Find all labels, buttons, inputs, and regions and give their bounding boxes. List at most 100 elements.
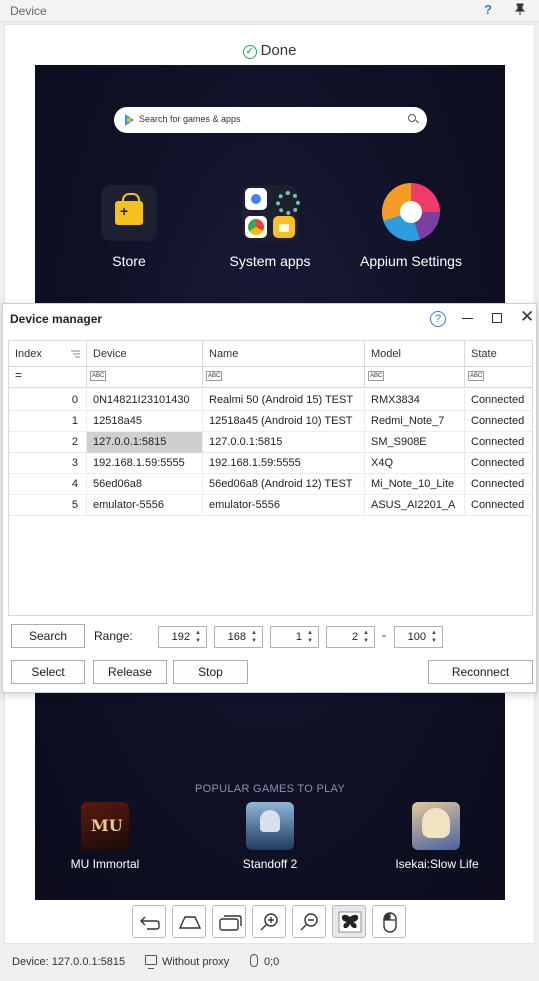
cell-index: 4: [9, 474, 87, 495]
google-play-icon: [125, 114, 134, 126]
cell-device-selected: 127.0.0.1:5815: [87, 432, 203, 453]
appium-settings-icon[interactable]: [382, 183, 440, 241]
standoff-2-icon[interactable]: [246, 802, 294, 850]
filter-row: = ABC ABC ABC ABC: [9, 367, 532, 388]
search-icon[interactable]: [408, 114, 416, 122]
zoom-out-button[interactable]: [292, 905, 326, 938]
table-row[interactable]: 0 0N14821I23101430 Realmi 50 (Android 15…: [9, 390, 532, 411]
table-row[interactable]: 2 127.0.0.1:5815 127.0.0.1:5815 SM_S908E…: [9, 432, 532, 453]
status-proxy: Without proxy: [162, 956, 230, 968]
spinner-arrows-icon[interactable]: ▲ ▼: [307, 629, 315, 645]
column-header-state[interactable]: State: [465, 341, 534, 367]
zoom-in-icon: [260, 913, 278, 931]
popular-games-title: POPULAR GAMES TO PLAY: [195, 783, 345, 795]
stop-button[interactable]: Stop: [173, 660, 248, 684]
zoom-in-button[interactable]: [252, 905, 286, 938]
cell-index: 1: [9, 411, 87, 432]
spinner-arrows-icon[interactable]: ▲ ▼: [363, 629, 371, 645]
spinner-arrows-icon[interactable]: ▲ ▼: [251, 629, 259, 645]
isekai-slow-life-icon[interactable]: [412, 802, 460, 850]
screenshot-button[interactable]: [332, 905, 366, 938]
table-row[interactable]: 5 emulator-5556 emulator-5556 ASUS_AI220…: [9, 495, 532, 516]
cell-name: emulator-5556: [203, 495, 365, 516]
recents-button[interactable]: [212, 905, 246, 938]
cell-state: Connected: [471, 394, 525, 406]
back-button[interactable]: [132, 905, 166, 938]
range-octet-4-start[interactable]: 2 ▲ ▼: [326, 626, 375, 648]
range-octet-4-end[interactable]: 100 ▲ ▼: [394, 626, 443, 648]
pin-icon[interactable]: [514, 3, 526, 18]
cell-device: 0N14821I23101430: [87, 390, 203, 411]
select-button[interactable]: Select: [11, 660, 85, 684]
status-bar: Device: 127.0.0.1:5815 Without proxy 0;0: [0, 950, 539, 974]
system-apps-folder-icon[interactable]: [242, 185, 300, 241]
minimize-icon[interactable]: [462, 318, 473, 320]
game-label-mu-immortal[interactable]: MU Immortal: [60, 857, 150, 871]
play-search-bar[interactable]: Search for games & apps: [114, 107, 427, 133]
range-octet-1[interactable]: 192 ▲ ▼: [158, 626, 207, 648]
search-button[interactable]: Search: [11, 624, 85, 648]
filter-model[interactable]: ABC: [365, 367, 465, 388]
table-row[interactable]: 4 56ed06a8 56ed06a8 (Android 12) TEST Mi…: [9, 474, 532, 495]
text-filter-icon: ABC: [468, 371, 485, 381]
text-filter-icon: ABC: [90, 371, 107, 381]
filter-name[interactable]: ABC: [203, 367, 365, 388]
spinner-arrows-icon[interactable]: ▲ ▼: [431, 629, 439, 645]
zoom-out-icon: [300, 913, 318, 931]
sort-icon[interactable]: [71, 349, 80, 361]
spinner-arrows-icon[interactable]: ▲ ▼: [195, 629, 203, 645]
range-octet-2[interactable]: 168 ▲ ▼: [214, 626, 263, 648]
filter-index[interactable]: =: [9, 367, 87, 388]
cell-state: Connected: [471, 436, 525, 448]
column-header-device[interactable]: Device: [87, 341, 203, 367]
status-coords: 0;0: [264, 956, 280, 968]
app-label-system-apps[interactable]: System apps: [210, 253, 330, 269]
device-manager-dialog: Device manager ? ✕ Index Device Name Mod…: [2, 303, 537, 693]
butterfly-icon: [338, 911, 362, 933]
cell-device: 12518a45: [87, 411, 203, 432]
help-icon[interactable]: ?: [430, 311, 446, 327]
mouse-icon: [383, 912, 397, 933]
mouse-button[interactable]: [372, 905, 406, 938]
dialog-title: Device manager: [10, 312, 103, 326]
mu-immortal-icon[interactable]: [81, 802, 129, 850]
cell-state: Connected: [471, 478, 525, 490]
status-device: Device: 127.0.0.1:5815: [12, 956, 126, 968]
column-header-index[interactable]: Index: [9, 341, 87, 367]
filter-device[interactable]: ABC: [87, 367, 203, 388]
release-button[interactable]: Release: [93, 660, 167, 684]
column-header-name[interactable]: Name: [203, 341, 365, 367]
app-label-store[interactable]: Store: [93, 253, 165, 269]
cell-name: 56ed06a8 (Android 12) TEST: [203, 474, 365, 495]
home-button[interactable]: [172, 905, 206, 938]
range-octet-3[interactable]: 1 ▲ ▼: [270, 626, 319, 648]
cell-name: 127.0.0.1:5815: [203, 432, 365, 453]
recent-apps-icon: [219, 915, 242, 931]
column-header-model[interactable]: Model: [365, 341, 465, 367]
cell-state: Connected: [471, 415, 525, 427]
mouse-icon: [250, 954, 258, 967]
filter-state[interactable]: ABC: [465, 367, 534, 388]
game-label-isekai[interactable]: Isekai:Slow Life: [385, 857, 489, 871]
app-label-appium-settings[interactable]: Appium Settings: [350, 253, 472, 269]
game-label-standoff-2[interactable]: Standoff 2: [225, 857, 315, 871]
device-table: Index Device Name Model State = ABC ABC …: [8, 340, 533, 616]
reconnect-button[interactable]: Reconnect: [428, 660, 533, 684]
table-header: Index Device Name Model State: [9, 341, 532, 367]
back-arrow-icon: [140, 916, 160, 930]
cell-name: Realmi 50 (Android 15) TEST: [203, 390, 365, 411]
table-row[interactable]: 1 12518a45 12518a45 (Android 10) TEST Re…: [9, 411, 532, 432]
home-icon: [178, 916, 202, 929]
play-store-icon[interactable]: [101, 185, 157, 241]
help-icon[interactable]: ?: [484, 2, 492, 17]
close-icon[interactable]: ✕: [520, 307, 534, 327]
table-row[interactable]: 3 192.168.1.59:5555 192.168.1.59:5555 X4…: [9, 453, 532, 474]
cell-model: Redmi_Note_7: [365, 411, 465, 432]
monitor-icon: [145, 955, 157, 969]
cell-name: 192.168.1.59:5555: [203, 453, 365, 474]
text-filter-icon: ABC: [206, 371, 223, 381]
cell-state: Connected: [471, 499, 525, 511]
maximize-icon[interactable]: [492, 313, 502, 323]
cell-device: 56ed06a8: [87, 474, 203, 495]
cell-index: 3: [9, 453, 87, 474]
